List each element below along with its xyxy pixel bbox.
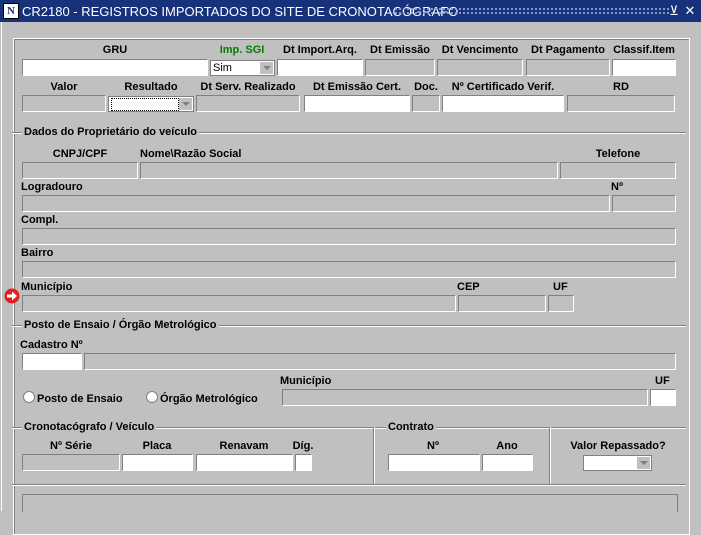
dt-emissao-field — [365, 59, 435, 76]
label-valor-repassado: Valor Repassado? — [570, 440, 666, 452]
label-renavam: Renavam — [219, 440, 269, 452]
chevron-down-icon[interactable] — [637, 457, 650, 469]
bairro-field — [22, 261, 676, 278]
gru-input[interactable] — [22, 59, 208, 76]
dig-input[interactable] — [295, 454, 312, 471]
label-numero: Nº — [611, 181, 623, 193]
radio-circle-icon[interactable] — [23, 391, 35, 403]
radio-circle-icon[interactable] — [146, 391, 158, 403]
app-icon: N — [3, 3, 19, 19]
uf-field — [548, 295, 574, 312]
radio-posto-label: Posto de Ensaio — [37, 393, 123, 405]
divider-vertical — [373, 427, 375, 484]
cnpj-field — [22, 162, 138, 179]
focus-outline — [111, 98, 179, 111]
label-posto-municipio: Município — [280, 375, 332, 387]
rd-field — [567, 95, 675, 112]
title-bar-pattern — [394, 7, 670, 15]
n-certificado-input[interactable] — [442, 95, 564, 112]
dt-serv-field — [196, 95, 300, 112]
cep-field — [458, 295, 546, 312]
label-contrato-ano: Ano — [496, 440, 518, 452]
minimize-icon[interactable]: ⊻ — [667, 3, 681, 18]
label-doc: Doc. — [414, 81, 438, 93]
label-n-certificado: Nº Certificado Verif. — [451, 81, 555, 93]
window-title: CR2180 - REGISTROS IMPORTADOS DO SITE DE… — [22, 4, 459, 19]
municipio-field — [22, 295, 456, 312]
label-cep: CEP — [457, 281, 480, 293]
label-dt-emissao-cert: Dt Emissão Cert. — [312, 81, 402, 93]
compl-field — [22, 228, 676, 245]
chevron-down-icon[interactable] — [260, 62, 273, 74]
valor-repassado-select[interactable] — [583, 455, 652, 471]
nome-field — [140, 162, 558, 179]
radio-orgao-label: Órgão Metrológico — [160, 393, 258, 405]
label-dt-serv: Dt Serv. Realizado — [200, 81, 296, 93]
label-telefone: Telefone — [595, 148, 641, 160]
label-bairro: Bairro — [21, 247, 54, 259]
posto-uf-input[interactable] — [650, 389, 676, 406]
label-contrato-numero: Nº — [427, 440, 439, 452]
label-dt-pagamento: Dt Pagamento — [531, 44, 605, 56]
n-serie-field — [22, 454, 120, 471]
imp-sgi-select[interactable]: Sim — [210, 60, 275, 76]
label-dt-emissao: Dt Emissão — [370, 44, 430, 56]
label-n-serie: Nº Série — [50, 440, 92, 452]
label-logradouro: Logradouro — [21, 181, 83, 193]
label-gru: GRU — [102, 44, 128, 56]
contrato-ano-input[interactable] — [482, 454, 533, 471]
posto-nome-field — [84, 353, 676, 370]
label-classif-item: Classif.Item — [613, 44, 675, 56]
chevron-down-icon[interactable] — [179, 98, 192, 110]
placa-input[interactable] — [122, 454, 193, 471]
posto-municipio-field — [282, 389, 648, 406]
section-contrato: Contrato — [386, 421, 436, 433]
label-compl: Compl. — [21, 214, 59, 226]
telefone-field — [560, 162, 676, 179]
section-cronotacografo: Cronotacógrafo / Veículo — [22, 421, 157, 433]
section-posto: Posto de Ensaio / Órgão Metrológico — [22, 319, 219, 331]
divider — [12, 484, 686, 486]
renavam-input[interactable] — [196, 454, 293, 471]
radio-orgao-metrologico[interactable]: Órgão Metrológico — [146, 391, 258, 405]
label-dt-vencimento: Dt Vencimento — [441, 44, 519, 56]
imp-sgi-value: Sim — [213, 62, 232, 74]
label-valor: Valor — [50, 81, 78, 93]
doc-field — [412, 95, 440, 112]
label-placa: Placa — [142, 440, 172, 452]
radio-posto-ensaio[interactable]: Posto de Ensaio — [23, 391, 123, 405]
valor-field — [22, 95, 106, 112]
close-icon[interactable]: ✕ — [683, 3, 697, 18]
label-cnpj: CNPJ/CPF — [52, 148, 108, 160]
dt-vencimento-field — [437, 59, 523, 76]
label-municipio: Município — [21, 281, 73, 293]
label-dig: Díg. — [292, 440, 314, 452]
label-imp-sgi: Imp. SGI — [219, 44, 265, 56]
cadastro-input[interactable] — [22, 353, 82, 370]
dt-pagamento-field — [526, 59, 610, 76]
label-dt-import: Dt Import.Arq. — [283, 44, 357, 56]
resultado-select[interactable] — [108, 96, 194, 112]
title-bar: N CR2180 - REGISTROS IMPORTADOS DO SITE … — [0, 0, 701, 22]
label-rd: RD — [613, 81, 629, 93]
bottom-field — [22, 494, 678, 512]
dt-emissao-cert-input[interactable] — [304, 95, 410, 112]
label-cadastro: Cadastro Nº — [20, 339, 83, 351]
dt-import-input[interactable] — [277, 59, 363, 76]
classif-item-input[interactable] — [612, 59, 676, 76]
section-proprietario: Dados do Proprietário do veículo — [22, 126, 199, 138]
label-uf: UF — [553, 281, 568, 293]
logradouro-field — [22, 195, 610, 212]
numero-field — [612, 195, 676, 212]
label-nome: Nome\Razão Social — [140, 148, 242, 160]
current-record-arrow-icon — [4, 288, 20, 304]
label-posto-uf: UF — [655, 375, 670, 387]
label-resultado: Resultado — [124, 81, 178, 93]
divider-vertical — [549, 427, 551, 484]
contrato-numero-input[interactable] — [388, 454, 480, 471]
